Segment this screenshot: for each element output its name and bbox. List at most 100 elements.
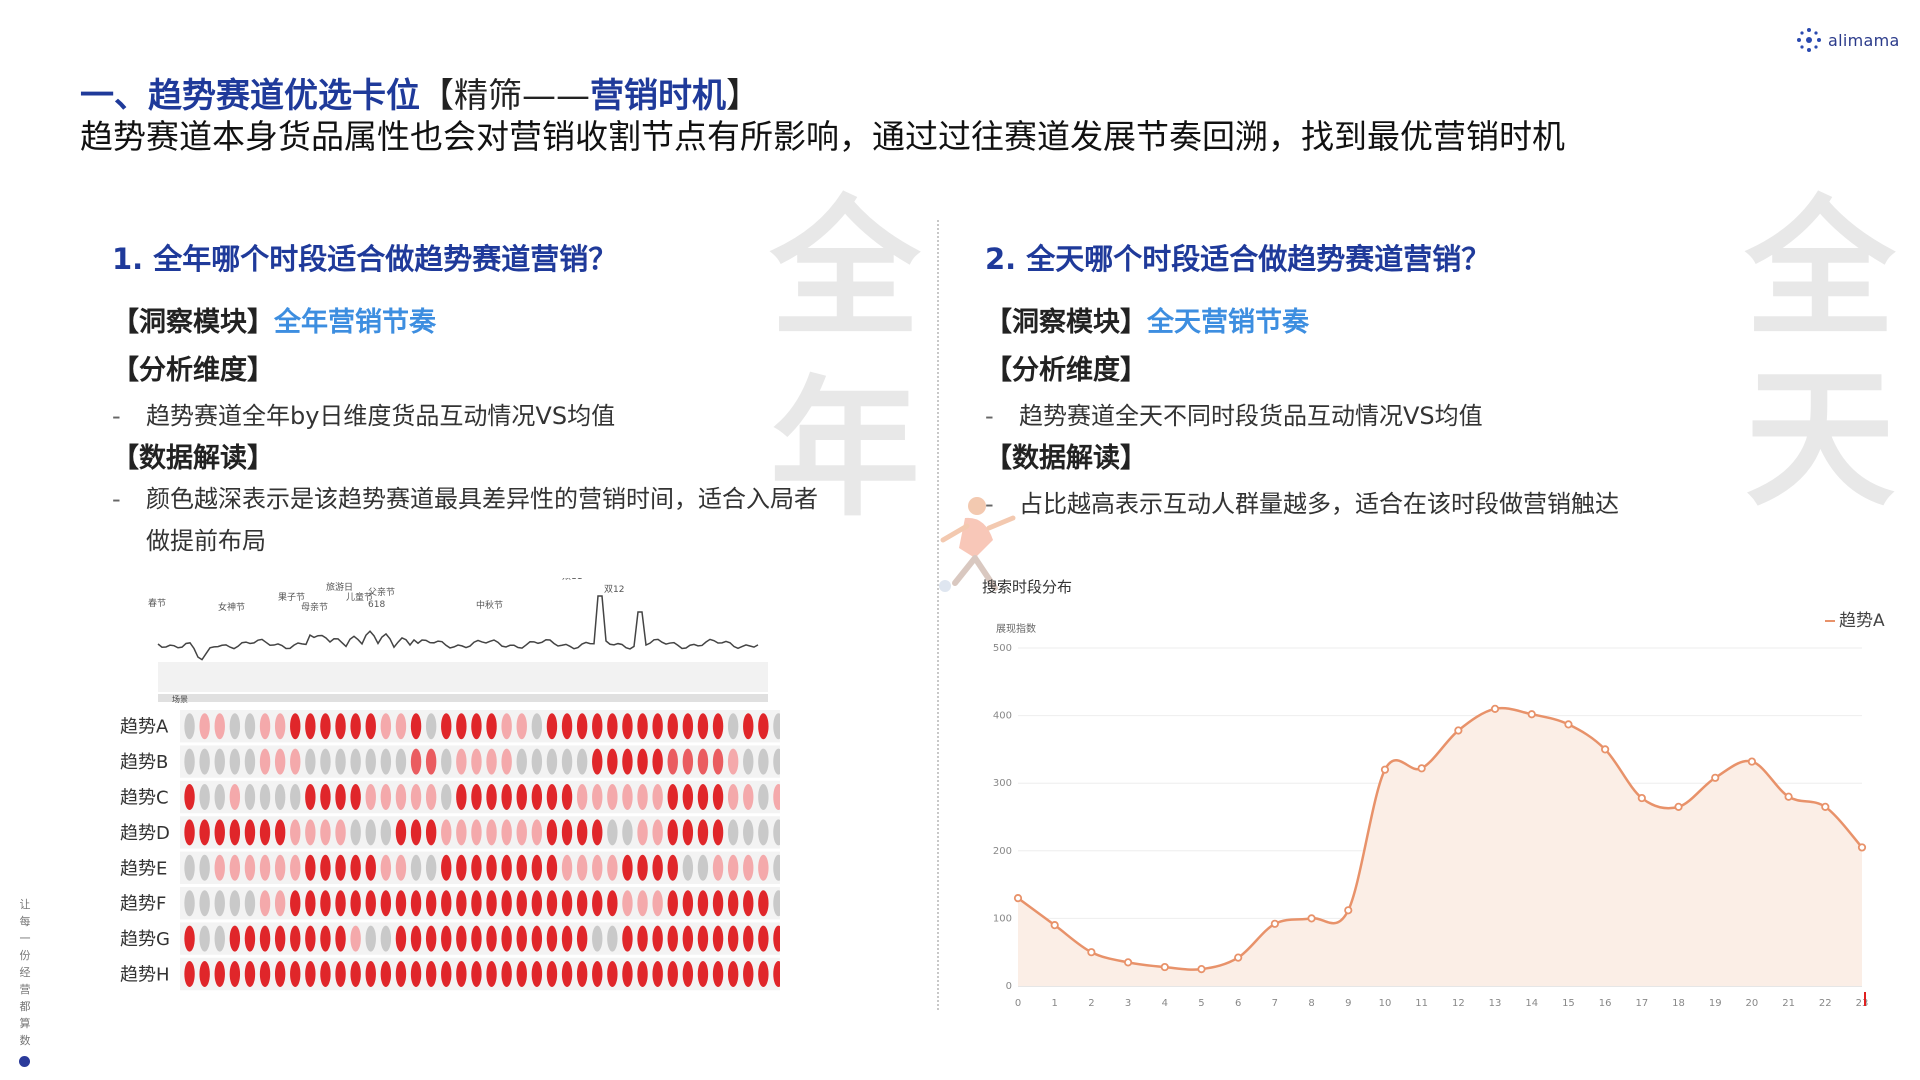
heat-cell [350, 890, 361, 917]
heat-cell [637, 854, 648, 881]
heat-cell [486, 748, 497, 775]
heat-cell [546, 748, 558, 775]
heat-row-label: 趋势B [120, 752, 168, 773]
heat-cell [531, 961, 543, 987]
right-module-name: 全天营销节奏 [1147, 307, 1309, 338]
heat-cell [501, 854, 512, 881]
heat-cell [652, 713, 663, 740]
data-point [1417, 764, 1426, 773]
heat-cell [697, 961, 709, 987]
heat-cell [395, 713, 407, 740]
heat-cell [441, 713, 452, 740]
timeline-label: 双11 [562, 578, 582, 582]
heat-cell [184, 890, 195, 917]
heat-cell [305, 961, 316, 987]
heat-row-label: 趋势G [120, 929, 170, 950]
heat-cell [667, 890, 678, 917]
heat-cell [486, 784, 497, 810]
heat-cell [320, 890, 331, 917]
heat-cell [622, 890, 633, 917]
heat-cell [622, 961, 633, 987]
heat-cell [516, 713, 527, 740]
x-tick-label: 8 [1308, 998, 1314, 1009]
heat-cell [441, 961, 452, 987]
timeline-line [157, 595, 759, 661]
heat-cell [607, 748, 618, 775]
heat-cell [290, 854, 301, 881]
heat-cell [410, 961, 422, 987]
heat-cell [531, 784, 543, 810]
heat-cell [607, 961, 618, 987]
heat-cell [501, 748, 512, 775]
heat-cell [637, 748, 648, 775]
heat-cell [652, 854, 663, 881]
alimama-logo-icon [1797, 28, 1821, 52]
heat-cell [305, 819, 316, 846]
heat-cell [576, 961, 588, 987]
heat-cell [607, 925, 618, 952]
heat-cell [592, 925, 603, 952]
heat-cell [743, 784, 754, 810]
heat-cell [425, 748, 437, 775]
heat-cell [743, 925, 754, 952]
heat-cell [259, 890, 271, 917]
data-point [1527, 710, 1536, 719]
left-read-text-1: 颜色越深表示是该趋势赛道最具差异性的营销时间，适合入局者 [146, 485, 818, 513]
heat-cell [682, 819, 694, 846]
data-point [1197, 964, 1206, 974]
left-read-dash: - [112, 485, 121, 513]
y-tick-label: 0 [1006, 981, 1012, 992]
heat-cell [441, 854, 452, 881]
x-tick-label: 0 [1015, 998, 1021, 1009]
heat-cell [425, 961, 437, 987]
data-point [1857, 843, 1867, 852]
x-tick-label: 15 [1562, 998, 1575, 1009]
heat-cell [380, 819, 392, 846]
heat-cell [667, 925, 678, 952]
heat-cell [652, 890, 663, 917]
left-module-label: 【洞察模块】 [112, 307, 274, 338]
heat-cell [486, 854, 497, 881]
heat-cell [652, 961, 663, 987]
heat-cell [637, 713, 648, 740]
x-tick-label: 10 [1379, 998, 1392, 1009]
heat-cell [456, 748, 467, 775]
heat-cell [486, 961, 497, 987]
heat-row-label: 趋势F [120, 894, 166, 915]
heat-cell [516, 961, 527, 987]
heat-cell [290, 713, 301, 740]
heat-cell [561, 854, 573, 881]
heat-cell [365, 819, 376, 846]
right-read-text: 占比越高表示互动人群量越多，适合在该时段做营销触达 [1019, 490, 1619, 518]
heat-cell [697, 854, 709, 881]
heat-cell [229, 890, 241, 917]
heat-cell [365, 925, 376, 952]
x-tick-label: 11 [1415, 998, 1428, 1009]
heat-cell [516, 819, 527, 846]
data-point [1601, 745, 1610, 754]
right-dim-label: 【分析维度】 [985, 355, 1147, 386]
heat-cell [244, 925, 256, 952]
heat-cell [471, 713, 482, 740]
x-tick-label: 19 [1709, 998, 1722, 1009]
heat-cell [697, 890, 709, 917]
heat-cell [456, 784, 467, 810]
heat-cell [592, 890, 603, 917]
heat-cell [501, 784, 512, 810]
heat-cell [380, 854, 392, 881]
heat-cell [486, 819, 497, 846]
heat-cell [501, 819, 512, 846]
heat-cell [576, 819, 588, 846]
x-tick-label: 4 [1162, 998, 1168, 1009]
heat-cell [607, 784, 618, 810]
timeline-label: 果子节 [278, 592, 305, 603]
heat-cell [561, 925, 573, 952]
heat-cell [214, 961, 225, 987]
x-tick-label: 13 [1489, 998, 1502, 1009]
heat-cell [576, 890, 588, 917]
heat-cell [652, 925, 663, 952]
heat-cell [410, 890, 422, 917]
heat-cell [214, 819, 225, 846]
heat-cell [682, 890, 694, 917]
heat-cell [561, 819, 573, 846]
